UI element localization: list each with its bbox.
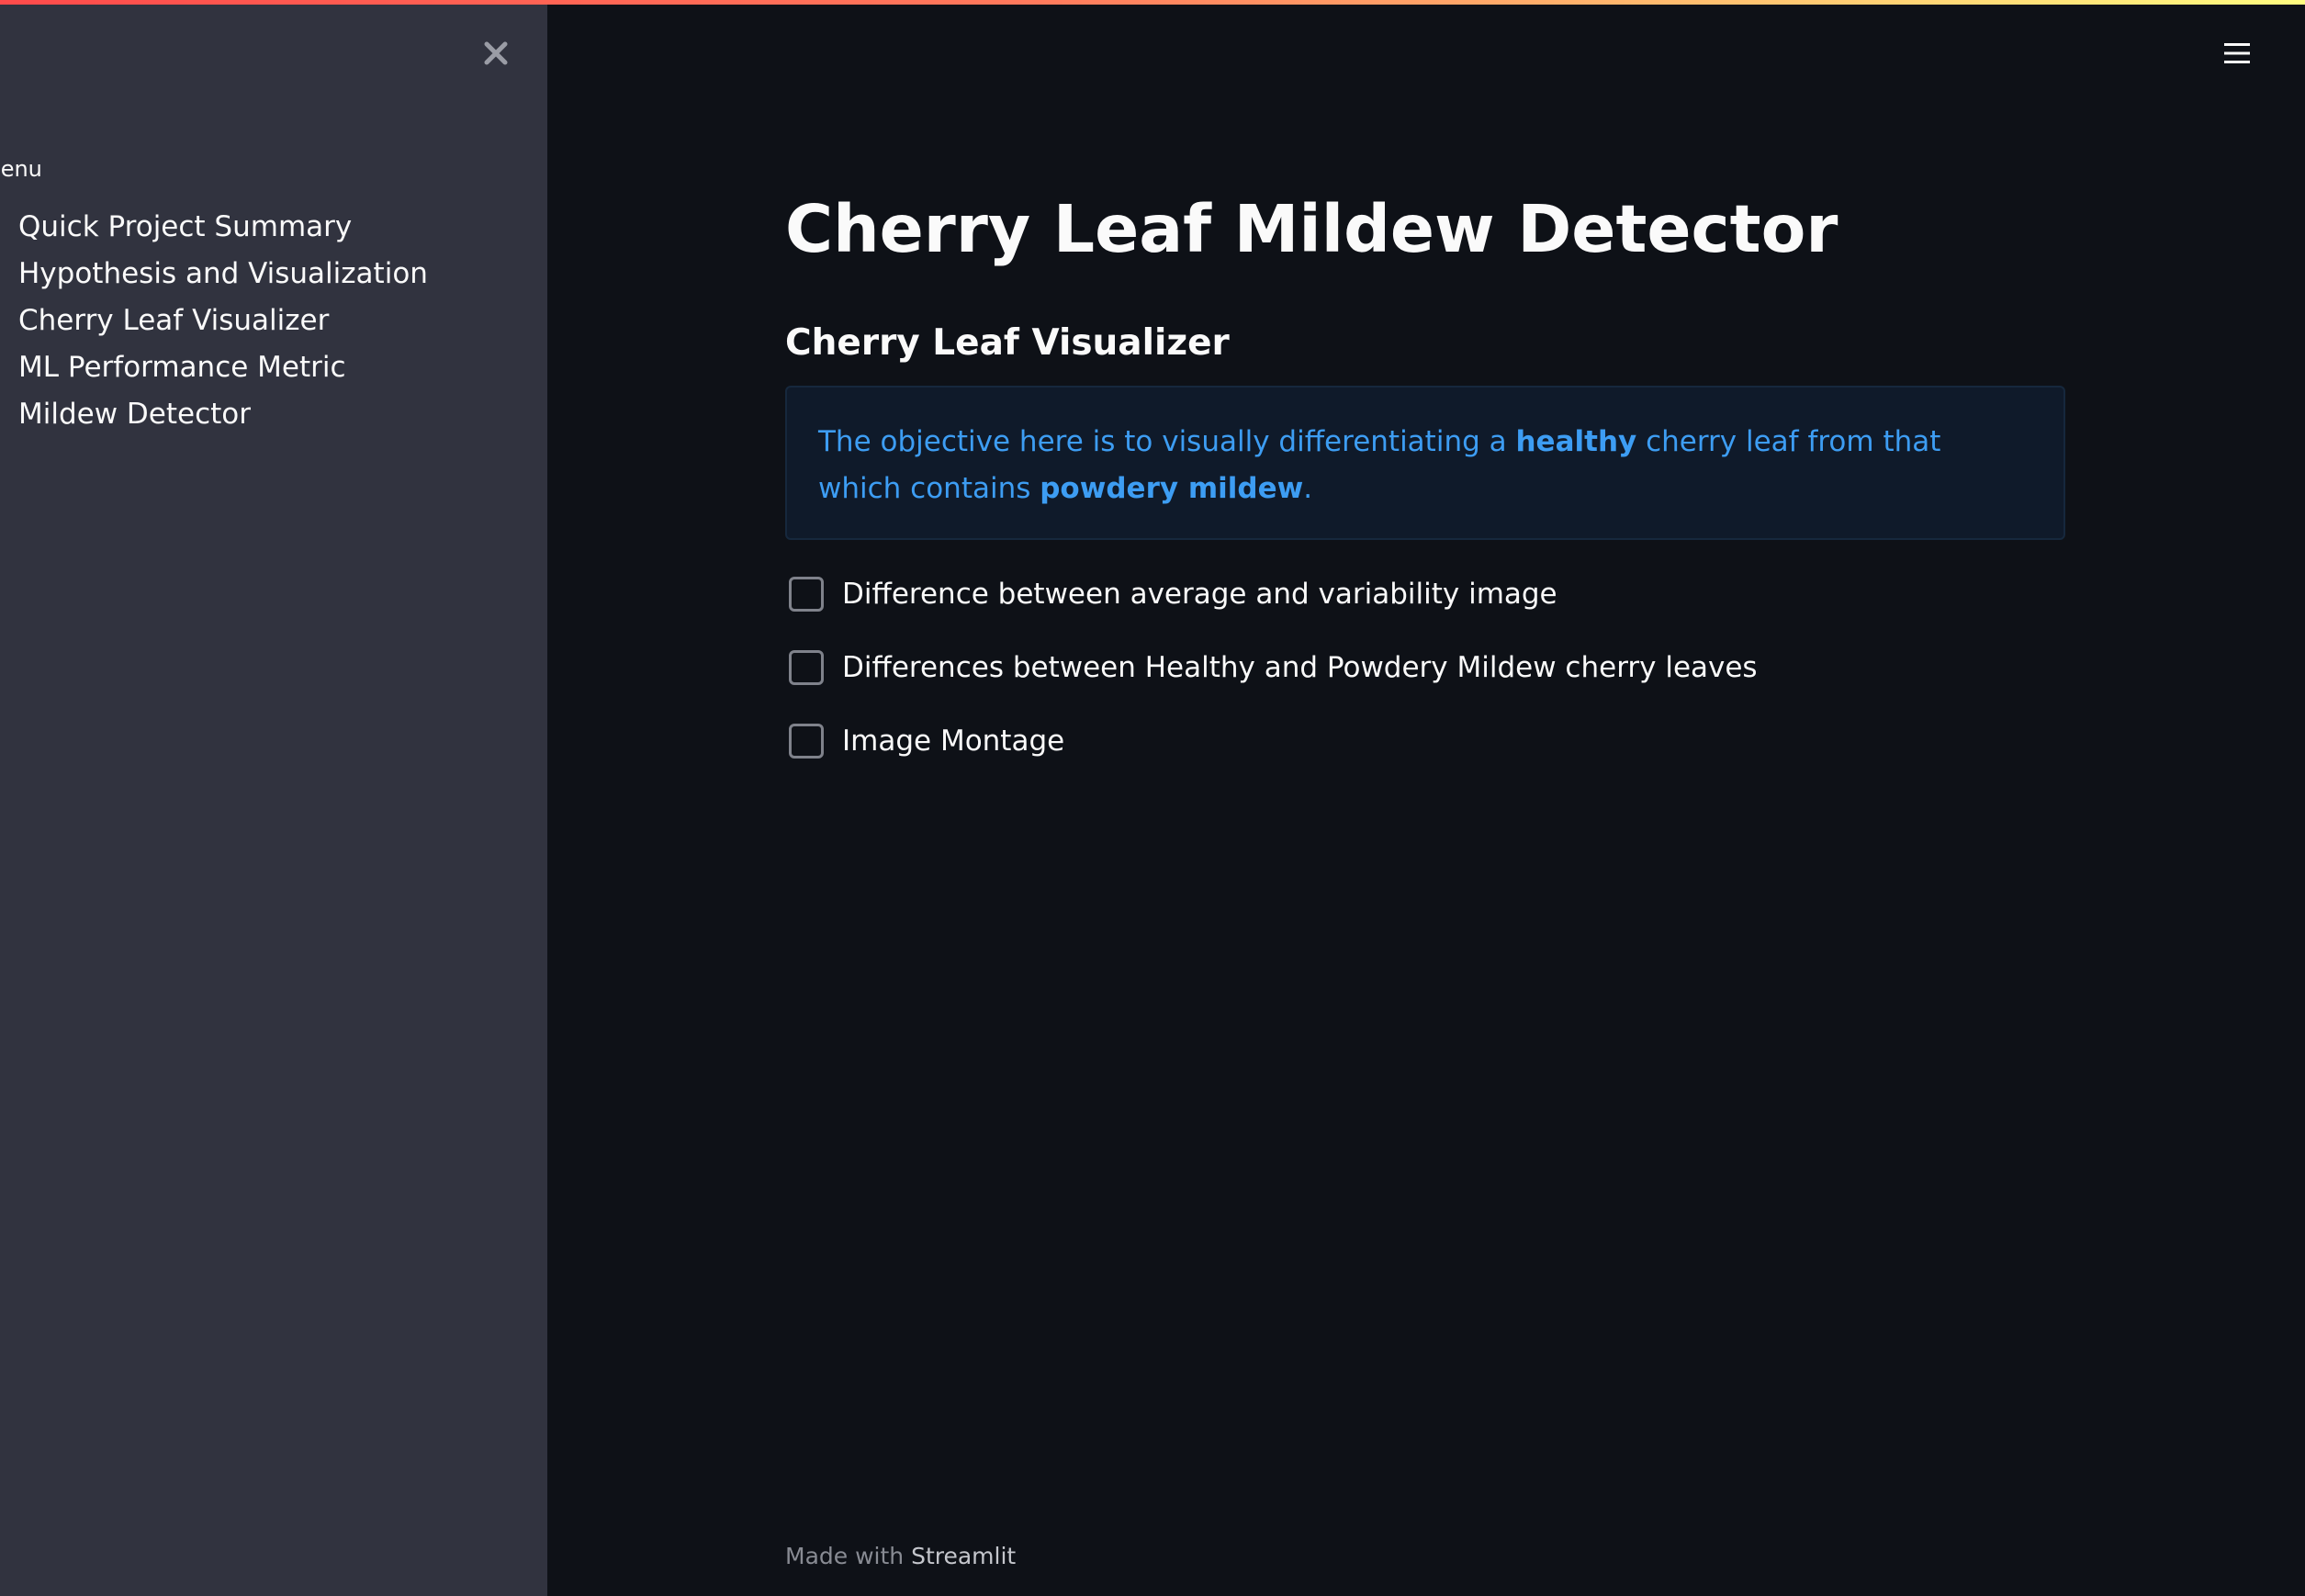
main-menu-button[interactable] bbox=[2215, 31, 2259, 75]
checkbox-label: Differences between Healthy and Powdery … bbox=[842, 651, 1758, 684]
sidebar: Menu Quick Project Summary Hypothesis an… bbox=[0, 0, 547, 1596]
info-text-part: The objective here is to visually differ… bbox=[818, 425, 1516, 458]
checkbox-label: Image Montage bbox=[842, 725, 1065, 758]
sidebar-item-ml-performance-metric[interactable]: ML Performance Metric bbox=[18, 344, 428, 391]
info-message-box: The objective here is to visually differ… bbox=[785, 386, 2065, 540]
checkbox-box[interactable] bbox=[789, 650, 824, 685]
header-decoration-bar bbox=[0, 0, 2305, 5]
info-bold-healthy: healthy bbox=[1515, 425, 1637, 458]
checkbox-healthy-vs-mildew[interactable]: Differences between Healthy and Powdery … bbox=[785, 645, 1758, 691]
close-sidebar-button[interactable] bbox=[474, 31, 518, 75]
close-icon bbox=[484, 41, 508, 65]
footer: Made with Streamlit bbox=[785, 1543, 1016, 1569]
checkbox-image-montage[interactable]: Image Montage bbox=[785, 718, 1064, 764]
footer-prefix: Made with bbox=[785, 1543, 912, 1569]
checkbox-label: Difference between average and variabili… bbox=[842, 578, 1557, 611]
sidebar-item-cherry-leaf-visualizer[interactable]: Cherry Leaf Visualizer bbox=[18, 298, 428, 344]
page-subtitle: Cherry Leaf Visualizer bbox=[785, 322, 1230, 364]
hamburger-menu-icon bbox=[2224, 43, 2250, 63]
page-title: Cherry Leaf Mildew Detector bbox=[785, 191, 1838, 267]
info-bold-powdery-mildew: powdery mildew bbox=[1040, 472, 1304, 505]
info-text-part: . bbox=[1303, 472, 1313, 505]
sidebar-menu: Quick Project Summary Hypothesis and Vis… bbox=[18, 204, 428, 438]
sidebar-item-hypothesis-and-visualization[interactable]: Hypothesis and Visualization bbox=[18, 251, 428, 298]
main-content: Cherry Leaf Mildew Detector Cherry Leaf … bbox=[785, 0, 2067, 1596]
sidebar-item-mildew-detector[interactable]: Mildew Detector bbox=[18, 391, 428, 438]
checkbox-box[interactable] bbox=[789, 577, 824, 612]
footer-streamlit-link[interactable]: Streamlit bbox=[911, 1543, 1016, 1569]
sidebar-menu-title: Menu bbox=[0, 156, 42, 182]
checkbox-average-variability[interactable]: Difference between average and variabili… bbox=[785, 571, 1557, 617]
sidebar-item-quick-project-summary[interactable]: Quick Project Summary bbox=[18, 204, 428, 251]
checkbox-box[interactable] bbox=[789, 724, 824, 759]
